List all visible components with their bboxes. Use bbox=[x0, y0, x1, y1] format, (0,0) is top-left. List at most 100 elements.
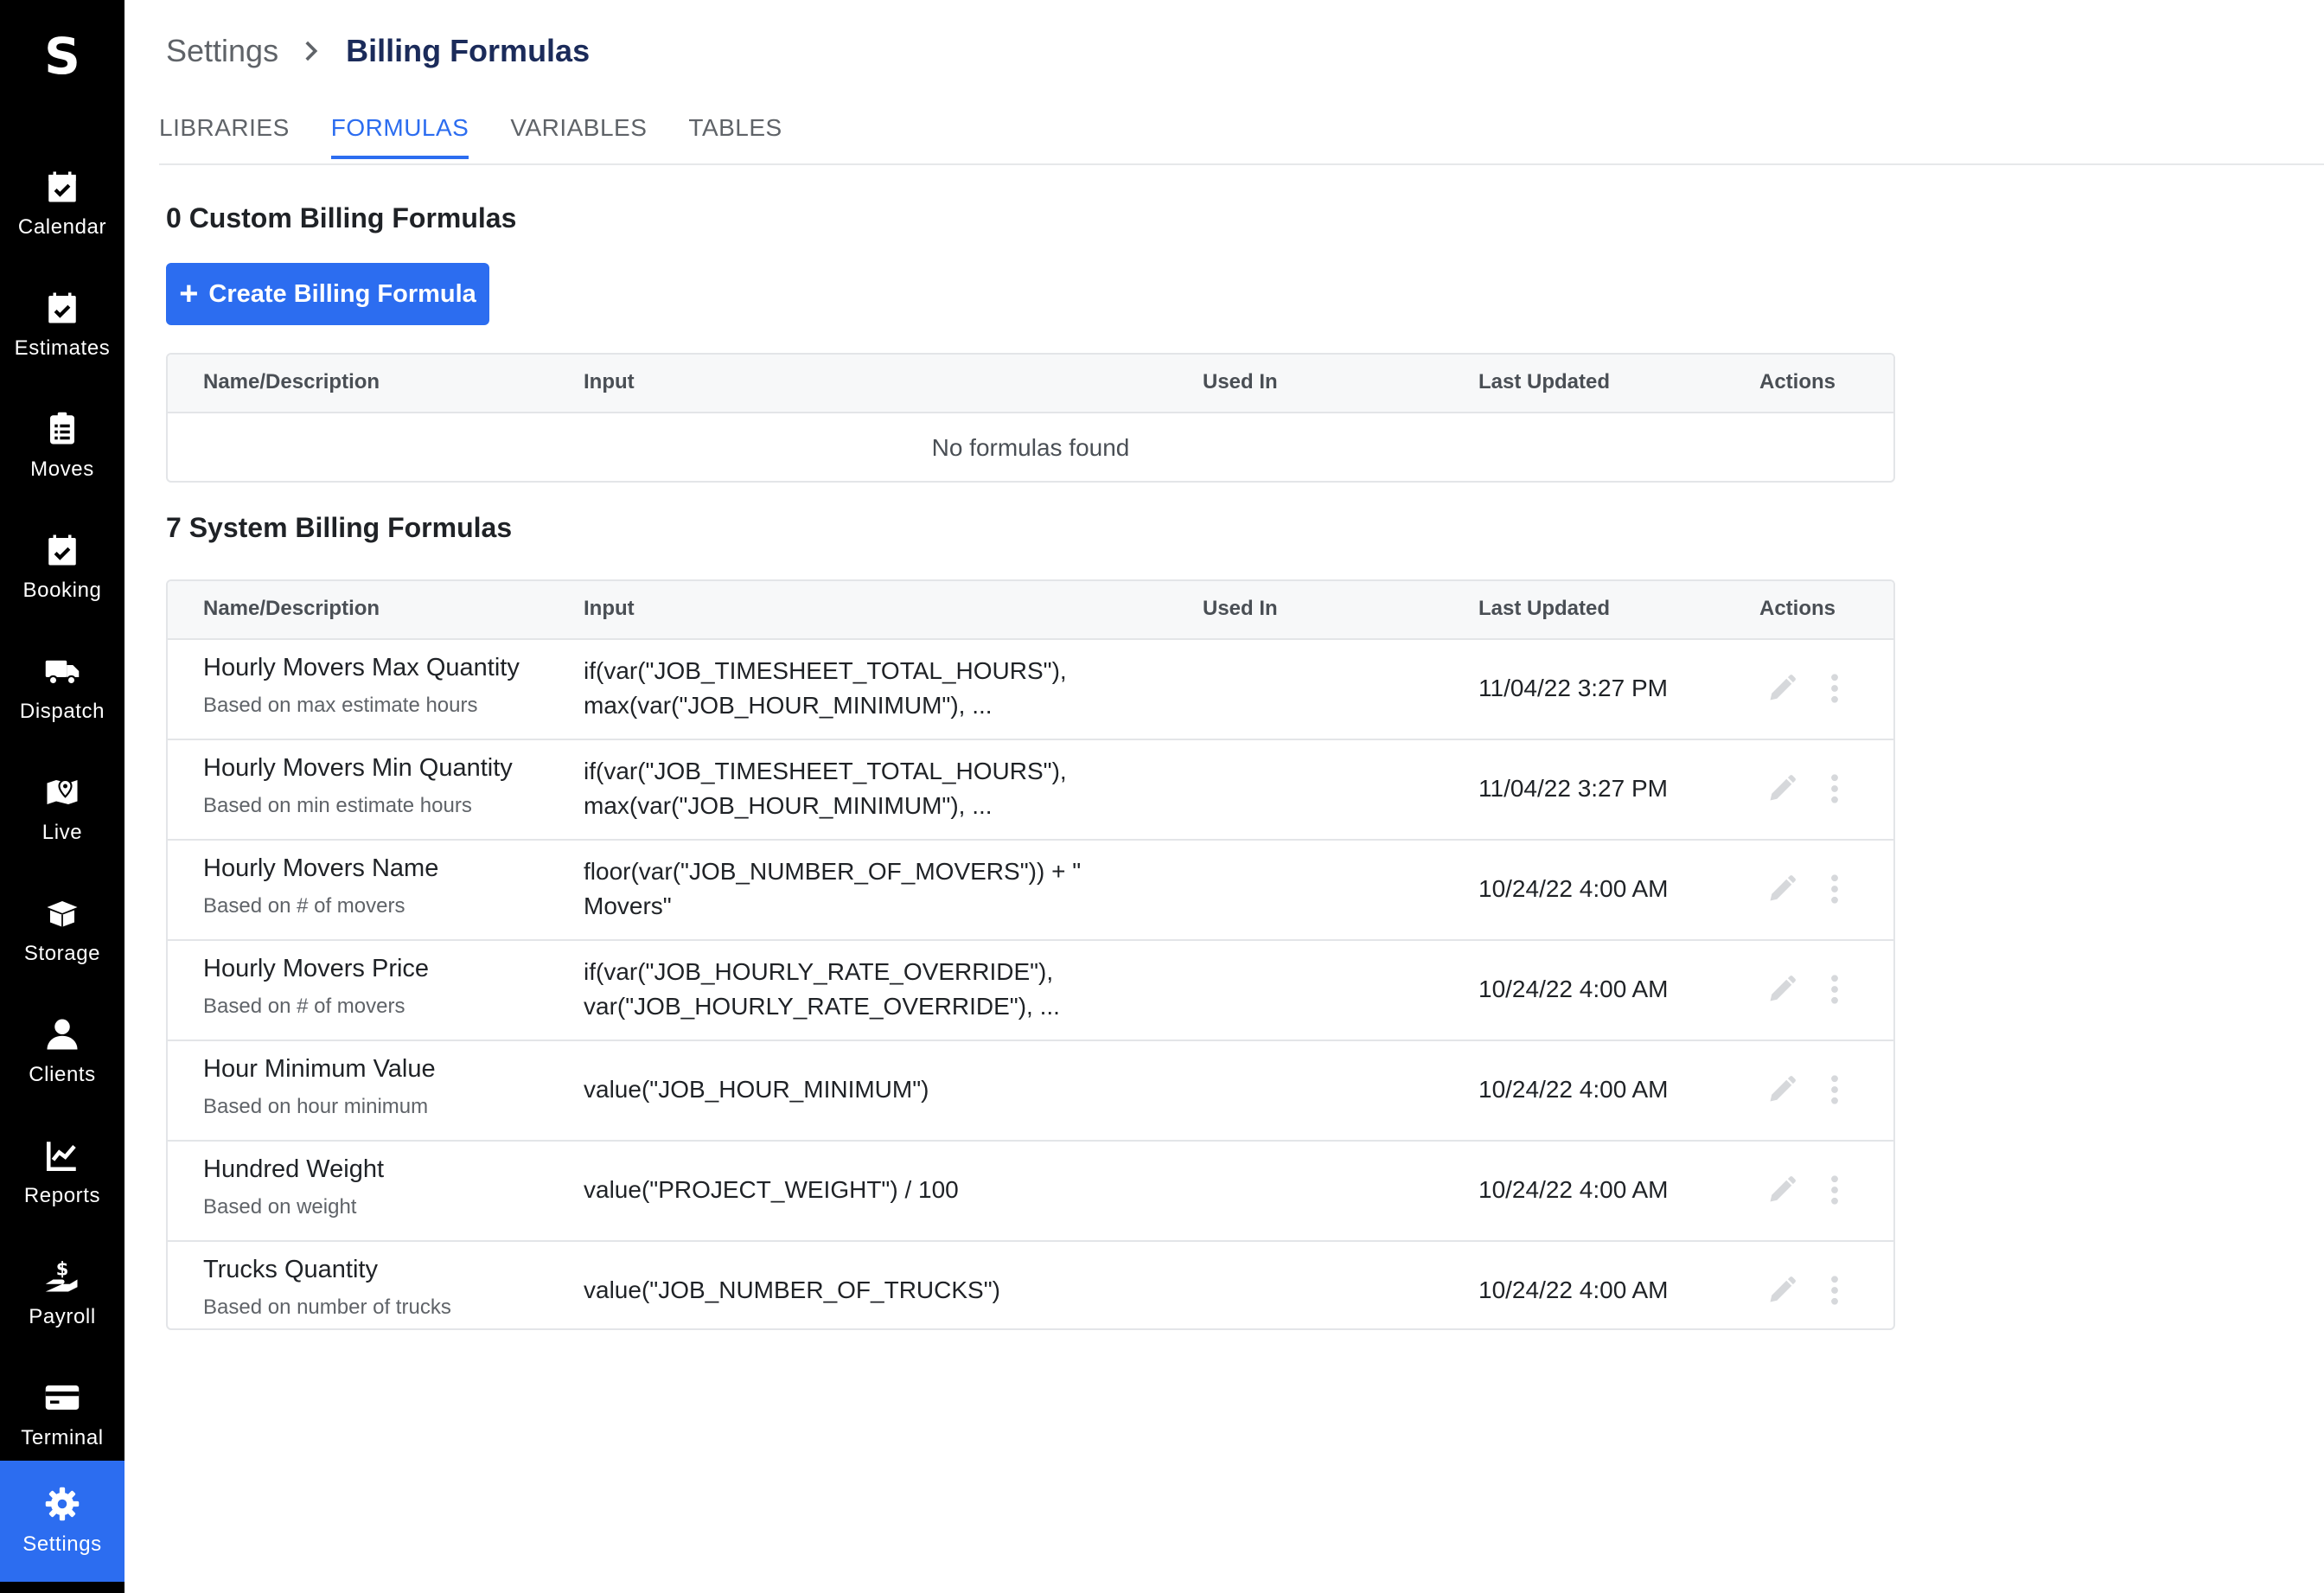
plus-icon: + bbox=[179, 276, 199, 312]
sidebar-item-estimates[interactable]: Estimates bbox=[0, 265, 124, 386]
create-billing-formula-button[interactable]: + Create Billing Formula bbox=[166, 263, 489, 325]
column-header-input: Input bbox=[584, 597, 635, 620]
more-vertical-icon[interactable] bbox=[1829, 1074, 1840, 1105]
column-header-name: Name/Description bbox=[203, 597, 380, 620]
column-header-used-in: Used In bbox=[1203, 597, 1278, 620]
sidebar-item-label: Live bbox=[42, 821, 83, 844]
pencil-icon[interactable] bbox=[1766, 1275, 1797, 1306]
truck-icon bbox=[45, 660, 80, 686]
column-header-input: Input bbox=[584, 370, 635, 393]
gear-icon bbox=[45, 1487, 80, 1521]
pencil-icon[interactable] bbox=[1766, 773, 1797, 804]
formula-name: Trucks Quantity bbox=[203, 1256, 378, 1283]
formula-description: Based on max estimate hours bbox=[203, 694, 478, 717]
formula-input: value("JOB_NUMBER_OF_TRUCKS") bbox=[584, 1276, 1000, 1303]
table-row[interactable]: Hour Minimum Value Based on hour minimum… bbox=[168, 1041, 1893, 1142]
svg-text:$: $ bbox=[56, 1258, 69, 1279]
custom-formulas-title: 0 Custom Billing Formulas bbox=[166, 202, 517, 234]
column-header-actions: Actions bbox=[1759, 597, 1836, 620]
column-header-actions: Actions bbox=[1759, 370, 1836, 393]
column-header-last-updated: Last Updated bbox=[1478, 597, 1611, 620]
more-vertical-icon[interactable] bbox=[1829, 773, 1840, 804]
sidebar-item-label: Booking bbox=[22, 579, 102, 602]
sidebar-item-label: Dispatch bbox=[19, 700, 105, 723]
formula-name: Hourly Movers Price bbox=[203, 955, 430, 982]
formula-description: Based on hour minimum bbox=[203, 1095, 429, 1118]
sidebar-item-label: Terminal bbox=[21, 1426, 104, 1449]
column-header-last-updated: Last Updated bbox=[1478, 370, 1611, 393]
table-header: Name/Description Input Used In Last Upda… bbox=[168, 355, 1893, 413]
tab-variables[interactable]: VARIABLES bbox=[510, 111, 647, 159]
formula-last-updated: 10/24/22 4:00 AM bbox=[1478, 1176, 1669, 1203]
formula-last-updated: 10/24/22 4:00 AM bbox=[1478, 1276, 1669, 1303]
table-header: Name/Description Input Used In Last Upda… bbox=[168, 581, 1893, 640]
tabs-divider bbox=[159, 163, 2324, 165]
sidebar-item-label: Moves bbox=[30, 457, 94, 481]
box-open-icon bbox=[47, 901, 78, 927]
pencil-icon[interactable] bbox=[1766, 873, 1797, 905]
custom-formulas-table: Name/Description Input Used In Last Upda… bbox=[166, 353, 1895, 483]
breadcrumb: Settings Billing Formulas bbox=[166, 26, 590, 76]
more-vertical-icon[interactable] bbox=[1829, 974, 1840, 1005]
more-vertical-icon[interactable] bbox=[1829, 873, 1840, 905]
sidebar-item-payroll[interactable]: $ Payroll bbox=[0, 1233, 124, 1354]
sidebar-item-label: Settings bbox=[22, 1532, 102, 1556]
table-row[interactable]: Hundred Weight Based on weight value("PR… bbox=[168, 1142, 1893, 1242]
formula-name: Hourly Movers Min Quantity bbox=[203, 754, 513, 782]
calendar-check-icon bbox=[48, 171, 76, 202]
sidebar-item-live[interactable]: Live bbox=[0, 749, 124, 870]
sidebar-item-terminal[interactable]: Terminal bbox=[0, 1354, 124, 1475]
clipboard-list-icon bbox=[50, 412, 74, 445]
sidebar-item-storage[interactable]: Storage bbox=[0, 870, 124, 991]
table-row[interactable]: Hourly Movers Max Quantity Based on max … bbox=[168, 640, 1893, 740]
formula-name: Hourly Movers Max Quantity bbox=[203, 654, 520, 681]
pencil-icon[interactable] bbox=[1766, 1174, 1797, 1206]
formula-input: if(var("JOB_HOURLY_RATE_OVERRIDE"), var(… bbox=[584, 958, 1060, 1020]
sidebar-item-settings[interactable]: Settings bbox=[0, 1461, 124, 1582]
breadcrumb-settings-link[interactable]: Settings bbox=[166, 33, 278, 69]
sidebar-item-label: Clients bbox=[29, 1063, 96, 1086]
sidebar-item-reports[interactable]: Reports bbox=[0, 1112, 124, 1233]
sidebar-item-booking[interactable]: Booking bbox=[0, 507, 124, 628]
system-formulas-title: 7 System Billing Formulas bbox=[166, 512, 513, 543]
tab-libraries[interactable]: LIBRARIES bbox=[159, 111, 290, 159]
sidebar-item-label: Reports bbox=[23, 1184, 101, 1207]
map-pin-icon bbox=[47, 778, 78, 804]
formula-name: Hourly Movers Name bbox=[203, 854, 439, 882]
formula-description: Based on min estimate hours bbox=[203, 794, 472, 817]
sidebar-item-clients[interactable]: Clients bbox=[0, 991, 124, 1112]
formula-input: floor(var("JOB_NUMBER_OF_MOVERS")) + " M… bbox=[584, 858, 1082, 919]
column-header-used-in: Used In bbox=[1203, 370, 1278, 393]
tab-formulas[interactable]: FORMULAS bbox=[330, 111, 469, 159]
formula-name: Hundred Weight bbox=[203, 1155, 385, 1183]
sidebar-item-calendar[interactable]: Calendar bbox=[0, 144, 124, 265]
sidebar-item-label: Payroll bbox=[29, 1305, 96, 1328]
formula-last-updated: 10/24/22 4:00 AM bbox=[1478, 875, 1669, 902]
chevron-right-icon bbox=[305, 41, 318, 61]
credit-card-icon bbox=[45, 1385, 80, 1410]
column-header-name: Name/Description bbox=[203, 370, 380, 393]
user-icon bbox=[47, 1019, 78, 1050]
formula-input: value("PROJECT_WEIGHT") / 100 bbox=[584, 1176, 959, 1203]
chart-line-icon bbox=[46, 1142, 76, 1172]
table-row[interactable]: Hourly Movers Min Quantity Based on min … bbox=[168, 740, 1893, 841]
more-vertical-icon[interactable] bbox=[1829, 673, 1840, 704]
sidebar-item-dispatch[interactable]: Dispatch bbox=[0, 628, 124, 749]
pencil-icon[interactable] bbox=[1766, 974, 1797, 1005]
more-vertical-icon[interactable] bbox=[1829, 1275, 1840, 1306]
formula-input: value("JOB_HOUR_MINIMUM") bbox=[584, 1076, 929, 1103]
tab-tables[interactable]: TABLES bbox=[688, 111, 782, 159]
create-billing-formula-label: Create Billing Formula bbox=[208, 279, 476, 308]
table-row[interactable]: Trucks Quantity Based on number of truck… bbox=[168, 1242, 1893, 1328]
pencil-icon[interactable] bbox=[1766, 673, 1797, 704]
sidebar-item-moves[interactable]: Moves bbox=[0, 386, 124, 507]
table-row[interactable]: Hourly Movers Name Based on # of movers … bbox=[168, 841, 1893, 941]
app-logo[interactable]: S bbox=[0, 26, 124, 86]
more-vertical-icon[interactable] bbox=[1829, 1174, 1840, 1206]
formula-description: Based on # of movers bbox=[203, 995, 405, 1018]
tab-bar: LIBRARIES FORMULAS VARIABLES TABLES bbox=[159, 111, 824, 164]
formula-input: if(var("JOB_TIMESHEET_TOTAL_HOURS"), max… bbox=[584, 657, 1067, 719]
pencil-icon[interactable] bbox=[1766, 1074, 1797, 1105]
formula-last-updated: 11/04/22 3:27 PM bbox=[1478, 775, 1668, 802]
table-row[interactable]: Hourly Movers Price Based on # of movers… bbox=[168, 941, 1893, 1041]
